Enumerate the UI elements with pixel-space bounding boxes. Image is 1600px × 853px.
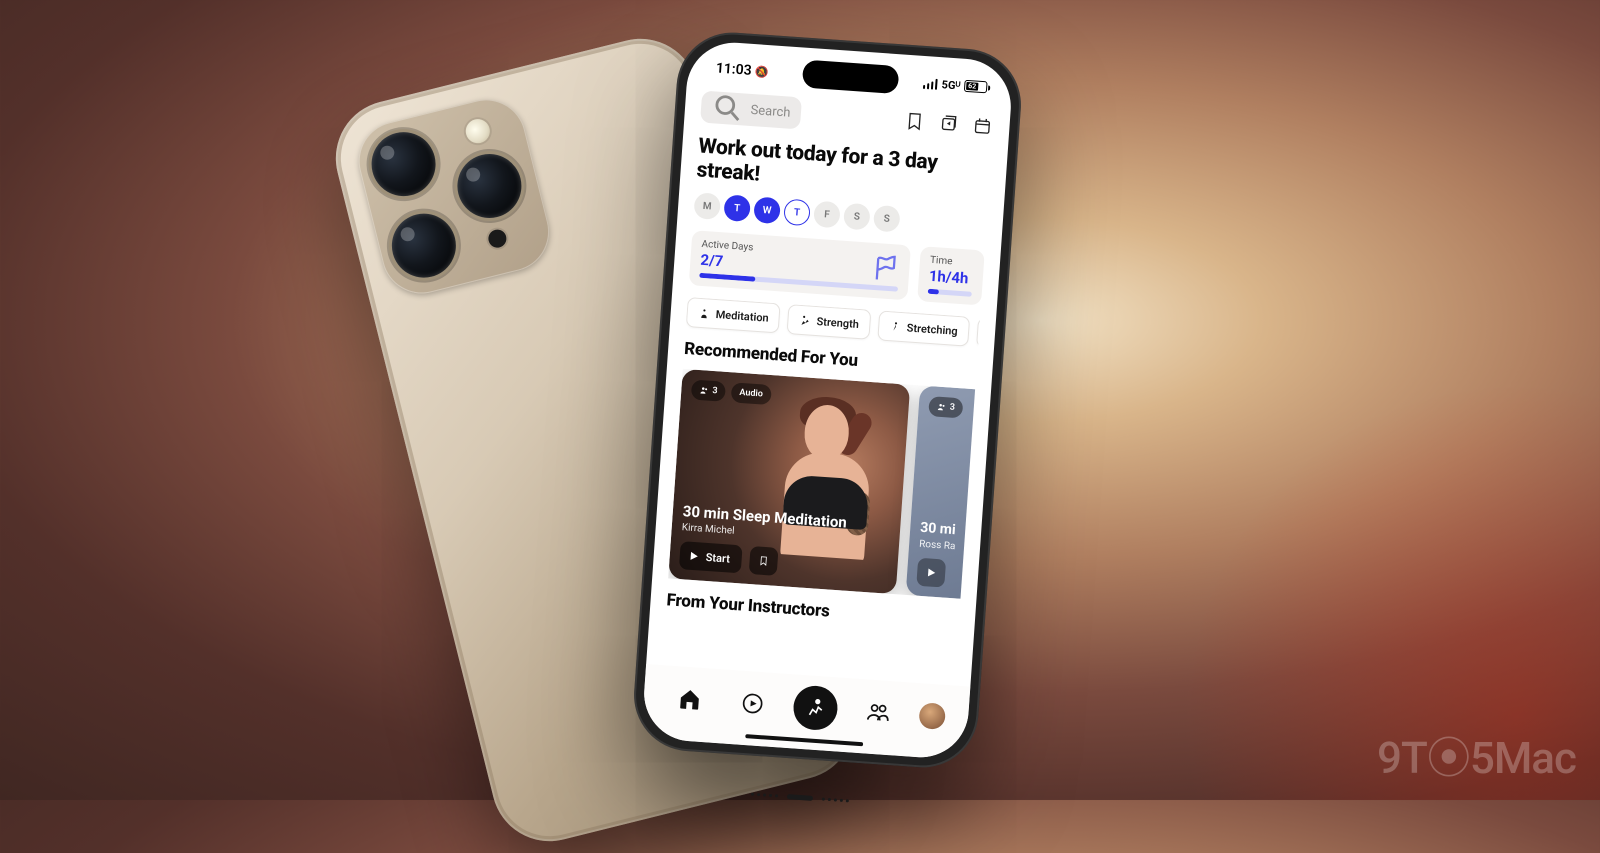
day-chip[interactable]: M	[693, 193, 721, 221]
stats-row: Active Days 2/7 Time 1h/4h	[689, 230, 985, 305]
camera-flash	[463, 117, 492, 146]
day-chip[interactable]: T	[783, 199, 811, 227]
section-instructors: From Your Instructors	[666, 591, 960, 631]
phone-port	[715, 786, 885, 808]
category-strength[interactable]: Strength	[787, 304, 871, 340]
camera-lens	[365, 125, 443, 203]
status-time: 11:03 🔕	[715, 60, 769, 80]
card-instructor: Ross Ra	[919, 539, 974, 554]
category-meditation[interactable]: Meditation	[686, 297, 781, 333]
signal-icon	[923, 77, 938, 89]
day-chip[interactable]: F	[813, 201, 841, 229]
battery-icon: 62	[964, 80, 991, 94]
tab-video[interactable]	[729, 680, 776, 727]
search-icon	[710, 90, 746, 126]
time-card[interactable]: Time 1h/4h	[917, 246, 985, 305]
calendar-icon[interactable]	[971, 114, 994, 137]
phone-screen: 11:03 🔕 5Gᵁ 62 Search Work out today for…	[641, 40, 1014, 761]
strength-icon	[798, 314, 812, 328]
meditation-icon	[697, 307, 711, 321]
bookmark-button[interactable]	[749, 546, 779, 576]
people-badge: 3	[928, 396, 963, 418]
bookmark-icon[interactable]	[903, 110, 926, 133]
card-title: 30 mi	[920, 520, 975, 541]
camera-module	[350, 91, 557, 302]
category-stretching[interactable]: Stretching	[877, 311, 970, 347]
people-badge: 3	[691, 380, 726, 402]
progress-bar	[928, 289, 972, 297]
stretching-icon	[888, 320, 902, 334]
tab-community[interactable]	[854, 689, 901, 736]
flag-icon	[870, 253, 902, 285]
search-placeholder: Search	[750, 102, 791, 120]
stat-value: 1h/4h	[928, 267, 973, 288]
camera-lens	[451, 147, 529, 225]
tab-home[interactable]	[666, 676, 713, 723]
network-label: 5Gᵁ	[941, 78, 960, 92]
day-chip[interactable]: S	[843, 203, 871, 231]
iphone-front: 11:03 🔕 5Gᵁ 62 Search Work out today for…	[630, 29, 1024, 771]
day-chip[interactable]: T	[723, 195, 751, 223]
search-input[interactable]: Search	[700, 91, 801, 130]
start-button[interactable]: Start	[679, 541, 743, 573]
lidar-sensor	[486, 228, 508, 250]
tab-workout[interactable]	[792, 684, 839, 731]
audio-badge: Audio	[731, 383, 772, 406]
library-icon[interactable]	[937, 112, 960, 135]
cards-row[interactable]: 3 Audio 30 min Sleep Meditation Kirra Mi…	[668, 369, 975, 599]
active-days-card[interactable]: Active Days 2/7	[689, 230, 911, 300]
workout-card[interactable]: 3 Audio 30 min Sleep Meditation Kirra Mi…	[668, 369, 910, 594]
workout-card[interactable]: 3 30 mi Ross Ra	[906, 386, 976, 599]
tab-profile[interactable]	[918, 702, 946, 730]
day-chip[interactable]: W	[753, 197, 781, 225]
play-button[interactable]	[916, 558, 946, 588]
watermark: 9T⦿5Mac	[1377, 722, 1576, 786]
category-more[interactable]	[976, 318, 981, 350]
camera-lens	[385, 207, 463, 285]
day-chip[interactable]: S	[873, 205, 901, 233]
